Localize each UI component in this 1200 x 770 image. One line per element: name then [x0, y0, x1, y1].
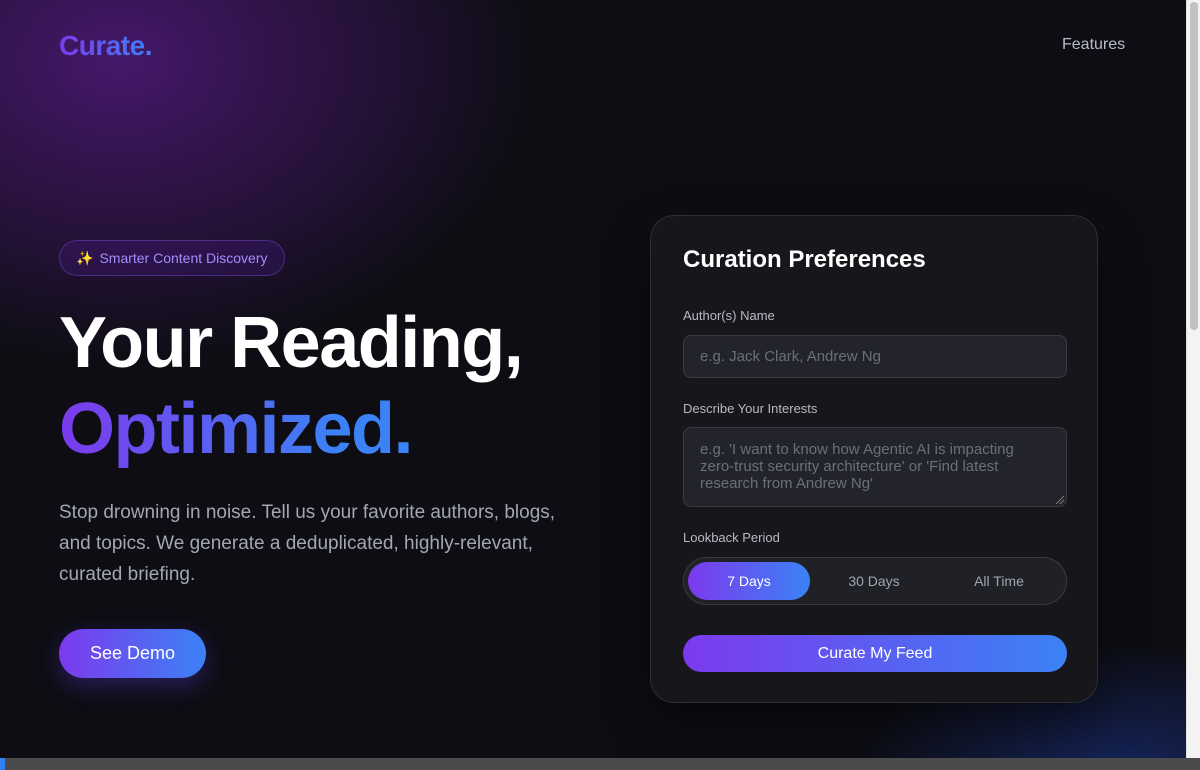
- interests-textarea[interactable]: e.g. 'I want to know how Agentic AI is i…: [683, 427, 1067, 507]
- card-title: Curation Preferences: [683, 246, 926, 273]
- bottom-bar-indicator: [0, 758, 5, 770]
- authors-input-placeholder: e.g. Jack Clark, Andrew Ng: [700, 348, 881, 365]
- authors-input[interactable]: e.g. Jack Clark, Andrew Ng: [683, 335, 1067, 378]
- sparkles-icon: ✨: [76, 249, 94, 266]
- lookback-label: Lookback Period: [683, 530, 780, 545]
- hero-title-line-1: Your Reading,: [59, 303, 524, 383]
- lookback-option-all-time[interactable]: All Time: [938, 562, 1060, 600]
- bottom-bar: [0, 758, 1200, 770]
- badge-text: Smarter Content Discovery: [99, 250, 268, 266]
- vertical-scrollbar[interactable]: [1186, 0, 1200, 758]
- hero-title-line-2: Optimized.: [59, 386, 414, 472]
- logo[interactable]: Curate.: [59, 30, 152, 62]
- hero-description: Stop drowning in noise. Tell us your fav…: [59, 502, 556, 585]
- curate-my-feed-button[interactable]: Curate My Feed: [683, 635, 1067, 672]
- curation-preferences-card: Curation Preferences Author(s) Name e.g.…: [650, 215, 1098, 703]
- authors-label: Author(s) Name: [683, 308, 775, 323]
- hero-title: Your Reading, Optimized.: [59, 300, 524, 472]
- interests-label: Describe Your Interests: [683, 401, 818, 416]
- lookback-option-7-days[interactable]: 7 Days: [688, 562, 810, 600]
- textarea-resize-handle[interactable]: [1056, 496, 1064, 504]
- see-demo-button[interactable]: See Demo: [59, 629, 206, 678]
- feature-badge: ✨ Smarter Content Discovery: [59, 240, 285, 276]
- lookback-period-selector: 7 Days 30 Days All Time: [683, 557, 1067, 605]
- scrollbar-thumb[interactable]: [1190, 2, 1198, 330]
- interests-textarea-placeholder: e.g. 'I want to know how Agentic AI is i…: [700, 441, 1014, 492]
- nav-features-link[interactable]: Features: [1062, 36, 1125, 54]
- lookback-option-30-days[interactable]: 30 Days: [813, 562, 935, 600]
